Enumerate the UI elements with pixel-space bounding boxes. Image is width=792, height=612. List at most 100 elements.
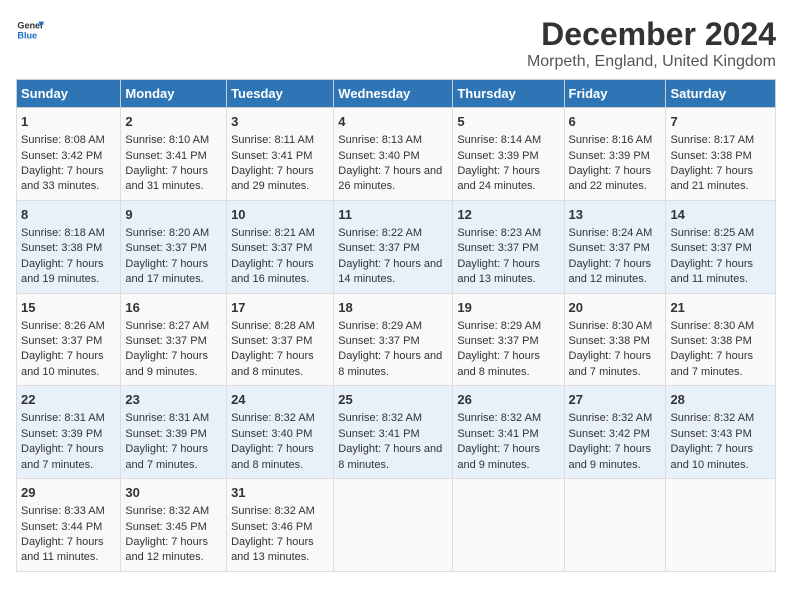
sunrise-text: Sunrise: 8:29 AM	[338, 320, 422, 332]
sunrise-text: Sunrise: 8:08 AM	[21, 134, 105, 146]
column-header-thursday: Thursday	[453, 80, 564, 108]
sunrise-text: Sunrise: 8:10 AM	[125, 134, 209, 146]
daylight-text: Daylight: 7 hours and 8 minutes.	[338, 443, 442, 470]
day-number: 12	[457, 206, 559, 224]
day-number: 15	[21, 299, 116, 317]
daylight-text: Daylight: 7 hours and 8 minutes.	[457, 350, 540, 377]
sunset-text: Sunset: 3:37 PM	[231, 335, 312, 347]
sunrise-text: Sunrise: 8:16 AM	[569, 134, 653, 146]
calendar-cell	[453, 479, 564, 572]
sunrise-text: Sunrise: 8:32 AM	[670, 412, 754, 424]
sunset-text: Sunset: 3:41 PM	[125, 150, 206, 162]
sunset-text: Sunset: 3:40 PM	[231, 428, 312, 440]
sunrise-text: Sunrise: 8:22 AM	[338, 227, 422, 239]
sunset-text: Sunset: 3:38 PM	[670, 150, 751, 162]
daylight-text: Daylight: 7 hours and 31 minutes.	[125, 165, 208, 192]
sunrise-text: Sunrise: 8:29 AM	[457, 320, 541, 332]
day-number: 26	[457, 391, 559, 409]
sunrise-text: Sunrise: 8:31 AM	[125, 412, 209, 424]
day-number: 1	[21, 113, 116, 131]
calendar-cell: 28Sunrise: 8:32 AMSunset: 3:43 PMDayligh…	[666, 386, 776, 479]
calendar-cell: 16Sunrise: 8:27 AMSunset: 3:37 PMDayligh…	[121, 293, 227, 386]
sunrise-text: Sunrise: 8:24 AM	[569, 227, 653, 239]
main-title: December 2024	[527, 16, 776, 53]
sunset-text: Sunset: 3:37 PM	[457, 242, 538, 254]
calendar-cell: 21Sunrise: 8:30 AMSunset: 3:38 PMDayligh…	[666, 293, 776, 386]
calendar-cell: 10Sunrise: 8:21 AMSunset: 3:37 PMDayligh…	[227, 200, 334, 293]
calendar-cell: 30Sunrise: 8:32 AMSunset: 3:45 PMDayligh…	[121, 479, 227, 572]
day-number: 30	[125, 484, 222, 502]
sunset-text: Sunset: 3:37 PM	[457, 335, 538, 347]
daylight-text: Daylight: 7 hours and 7 minutes.	[125, 443, 208, 470]
day-number: 2	[125, 113, 222, 131]
calendar-cell: 4Sunrise: 8:13 AMSunset: 3:40 PMDaylight…	[334, 108, 453, 201]
week-row-5: 29Sunrise: 8:33 AMSunset: 3:44 PMDayligh…	[17, 479, 776, 572]
daylight-text: Daylight: 7 hours and 16 minutes.	[231, 258, 314, 285]
sunset-text: Sunset: 3:39 PM	[569, 150, 650, 162]
week-row-4: 22Sunrise: 8:31 AMSunset: 3:39 PMDayligh…	[17, 386, 776, 479]
sunset-text: Sunset: 3:37 PM	[338, 242, 419, 254]
day-number: 18	[338, 299, 448, 317]
sunrise-text: Sunrise: 8:11 AM	[231, 134, 314, 146]
day-number: 13	[569, 206, 662, 224]
daylight-text: Daylight: 7 hours and 8 minutes.	[338, 350, 442, 377]
day-number: 3	[231, 113, 329, 131]
calendar-cell: 22Sunrise: 8:31 AMSunset: 3:39 PMDayligh…	[17, 386, 121, 479]
sunset-text: Sunset: 3:37 PM	[125, 242, 206, 254]
sunrise-text: Sunrise: 8:13 AM	[338, 134, 422, 146]
daylight-text: Daylight: 7 hours and 10 minutes.	[670, 443, 753, 470]
calendar-cell: 18Sunrise: 8:29 AMSunset: 3:37 PMDayligh…	[334, 293, 453, 386]
daylight-text: Daylight: 7 hours and 11 minutes.	[670, 258, 753, 285]
sunset-text: Sunset: 3:43 PM	[670, 428, 751, 440]
sunrise-text: Sunrise: 8:27 AM	[125, 320, 209, 332]
sunrise-text: Sunrise: 8:20 AM	[125, 227, 209, 239]
sunrise-text: Sunrise: 8:28 AM	[231, 320, 315, 332]
day-number: 7	[670, 113, 771, 131]
day-number: 8	[21, 206, 116, 224]
day-number: 11	[338, 206, 448, 224]
daylight-text: Daylight: 7 hours and 8 minutes.	[231, 350, 314, 377]
calendar-cell: 6Sunrise: 8:16 AMSunset: 3:39 PMDaylight…	[564, 108, 666, 201]
calendar-cell: 3Sunrise: 8:11 AMSunset: 3:41 PMDaylight…	[227, 108, 334, 201]
sunset-text: Sunset: 3:38 PM	[569, 335, 650, 347]
daylight-text: Daylight: 7 hours and 7 minutes.	[569, 350, 652, 377]
day-number: 20	[569, 299, 662, 317]
sunrise-text: Sunrise: 8:17 AM	[670, 134, 754, 146]
logo: General Blue	[16, 16, 44, 44]
daylight-text: Daylight: 7 hours and 33 minutes.	[21, 165, 104, 192]
sunset-text: Sunset: 3:45 PM	[125, 521, 206, 533]
sunrise-text: Sunrise: 8:30 AM	[670, 320, 754, 332]
sunset-text: Sunset: 3:39 PM	[21, 428, 102, 440]
column-header-wednesday: Wednesday	[334, 80, 453, 108]
calendar-cell: 14Sunrise: 8:25 AMSunset: 3:37 PMDayligh…	[666, 200, 776, 293]
calendar-cell: 27Sunrise: 8:32 AMSunset: 3:42 PMDayligh…	[564, 386, 666, 479]
calendar-cell: 19Sunrise: 8:29 AMSunset: 3:37 PMDayligh…	[453, 293, 564, 386]
day-number: 6	[569, 113, 662, 131]
daylight-text: Daylight: 7 hours and 13 minutes.	[231, 536, 314, 563]
daylight-text: Daylight: 7 hours and 12 minutes.	[125, 536, 208, 563]
week-row-2: 8 Sunrise: 8:18 AM Sunset: 3:38 PM Daylight…	[17, 200, 776, 293]
daylight-text: Daylight: 7 hours and 14 minutes.	[338, 258, 442, 285]
sunset-text: Sunset: 3:37 PM	[569, 242, 650, 254]
calendar-cell: 7Sunrise: 8:17 AMSunset: 3:38 PMDaylight…	[666, 108, 776, 201]
column-header-sunday: Sunday	[17, 80, 121, 108]
sunset-text: Sunset: 3:39 PM	[125, 428, 206, 440]
daylight-text: Daylight: 7 hours and 26 minutes.	[338, 165, 442, 192]
sunset-text: Sunset: 3:38 PM	[21, 242, 102, 254]
calendar-cell: 26Sunrise: 8:32 AMSunset: 3:41 PMDayligh…	[453, 386, 564, 479]
daylight-text: Daylight: 7 hours and 29 minutes.	[231, 165, 314, 192]
day-number: 29	[21, 484, 116, 502]
day-number: 16	[125, 299, 222, 317]
calendar-cell	[334, 479, 453, 572]
calendar-cell: 5Sunrise: 8:14 AMSunset: 3:39 PMDaylight…	[453, 108, 564, 201]
page-header: General Blue December 2024 Morpeth, Engl…	[16, 16, 776, 71]
daylight-text: Daylight: 7 hours and 12 minutes.	[569, 258, 652, 285]
sunset-text: Sunset: 3:42 PM	[21, 150, 102, 162]
day-number: 9	[125, 206, 222, 224]
daylight-text: Daylight: 7 hours and 7 minutes.	[21, 443, 104, 470]
logo-icon: General Blue	[16, 16, 44, 44]
sunset-text: Sunset: 3:46 PM	[231, 521, 312, 533]
sunrise-text: Sunrise: 8:18 AM	[21, 227, 105, 239]
header-row: SundayMondayTuesdayWednesdayThursdayFrid…	[17, 80, 776, 108]
calendar-cell: 13 Sunrise: 8:24 AM Sunset: 3:37 PM Dayligh…	[564, 200, 666, 293]
